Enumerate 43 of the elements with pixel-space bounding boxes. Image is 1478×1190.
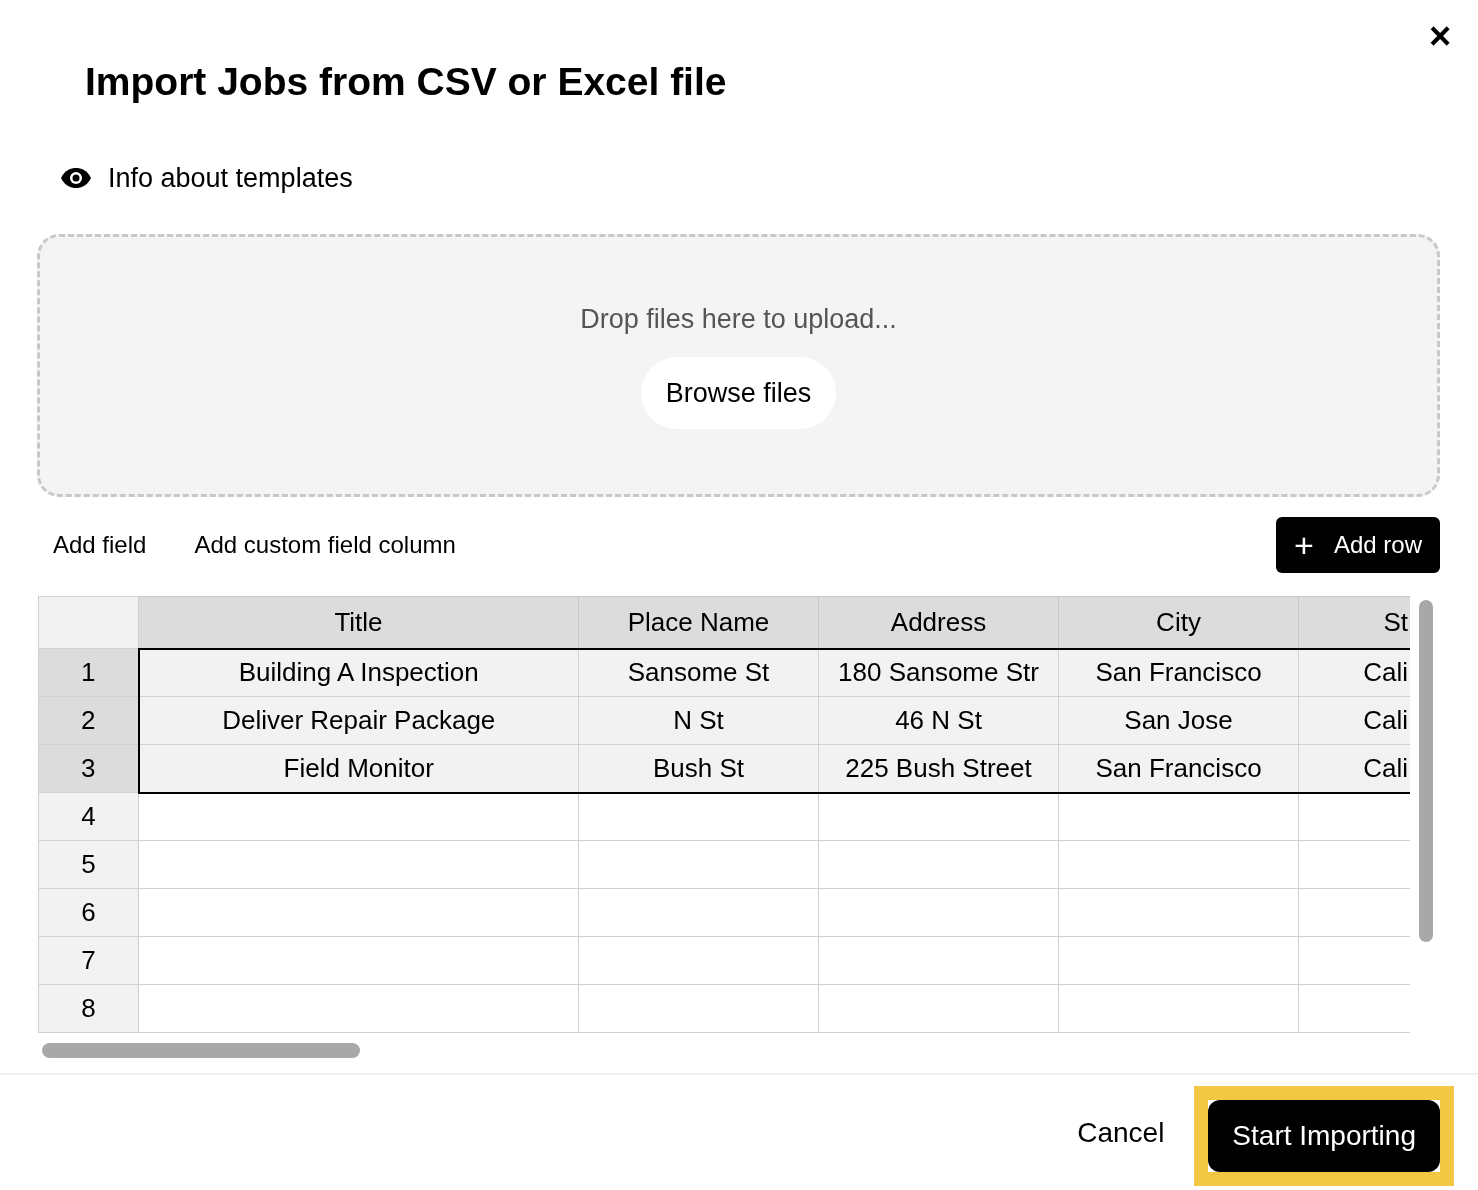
vertical-scrollbar[interactable] xyxy=(1419,600,1433,942)
add-row-button[interactable]: + Add row xyxy=(1276,517,1440,573)
row-number: 3 xyxy=(38,744,139,793)
column-header: St xyxy=(1298,596,1410,649)
row-number: 5 xyxy=(38,840,139,889)
horizontal-scrollbar[interactable] xyxy=(42,1043,360,1058)
start-importing-button[interactable]: Start Importing xyxy=(1208,1099,1440,1172)
close-button[interactable]: × xyxy=(1424,18,1456,54)
table-cell: San Francisco xyxy=(1058,744,1299,793)
drop-zone[interactable]: Drop files here to upload... Browse files xyxy=(37,234,1440,497)
row-number: 2 xyxy=(38,696,139,745)
eye-icon xyxy=(60,167,92,189)
table-cell: 46 N St xyxy=(818,696,1059,745)
browse-files-button[interactable]: Browse files xyxy=(640,357,837,429)
table-cell: 225 Bush Street xyxy=(818,744,1059,793)
info-link[interactable]: Info about templates xyxy=(108,160,353,196)
row-number: 1 xyxy=(38,648,139,697)
row-number: 7 xyxy=(38,936,139,985)
row-number: 6 xyxy=(38,888,139,937)
toolbar-link[interactable]: Add field xyxy=(38,527,162,563)
table-cell: San Jose xyxy=(1058,696,1299,745)
table-cell: Cali xyxy=(1298,648,1410,697)
column-header: City xyxy=(1058,596,1299,649)
table-cell: N St xyxy=(578,696,819,745)
table-cell: 180 Sansome Str xyxy=(818,648,1059,697)
dialog-title: Import Jobs from CSV or Excel file xyxy=(85,59,727,105)
row-number: 8 xyxy=(38,984,139,1033)
table-cell: San Francisco xyxy=(1058,648,1299,697)
table-cell: Cali xyxy=(1298,744,1410,793)
table-cell: Cali xyxy=(1298,696,1410,745)
row-number: 4 xyxy=(38,792,139,841)
table-cell: Building A Inspection xyxy=(138,648,579,697)
toolbar-link[interactable]: Add custom field column xyxy=(179,527,471,563)
column-header: Place Name xyxy=(578,596,819,649)
plus-icon: + xyxy=(1294,530,1314,560)
table-cell: Bush St xyxy=(578,744,819,793)
table-cell: Field Monitor xyxy=(138,744,579,793)
drop-hint: Drop files here to upload... xyxy=(580,303,897,336)
column-header: Address xyxy=(818,596,1059,649)
table-cell: Sansome St xyxy=(578,648,819,697)
table-cell: Deliver Repair Package xyxy=(138,696,579,745)
cancel-button[interactable]: Cancel xyxy=(1077,1111,1165,1154)
column-header: Title xyxy=(138,596,579,649)
